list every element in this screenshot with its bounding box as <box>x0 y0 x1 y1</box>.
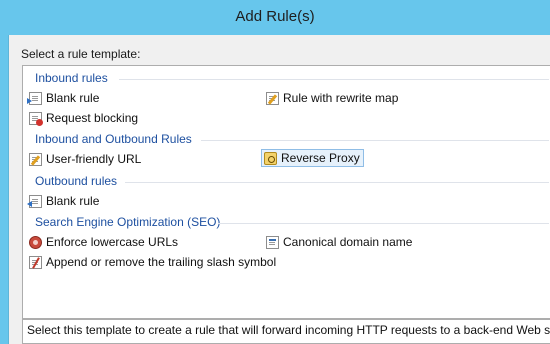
template-item-label: Request blocking <box>46 111 139 125</box>
group-divider <box>119 79 549 80</box>
template-item-canonical-domain-name[interactable]: Canonical domain name <box>264 233 415 251</box>
template-prompt: Select a rule template: <box>21 47 141 61</box>
template-item-label: Canonical domain name <box>283 235 413 249</box>
template-item-outbound-blank-rule[interactable]: Blank rule <box>27 192 102 210</box>
reverse-proxy-icon <box>264 151 277 165</box>
group-header-outbound: Outbound rules <box>35 174 118 188</box>
template-item-reverse-proxy[interactable]: Reverse Proxy <box>261 149 364 167</box>
template-item-user-friendly-url[interactable]: User-friendly URL <box>27 150 144 168</box>
request-blocking-icon <box>29 111 43 126</box>
user-friendly-url-icon <box>29 152 42 166</box>
template-item-trailing-slash[interactable]: Append or remove the trailing slash symb… <box>27 253 279 271</box>
group-header-inbound-outbound: Inbound and Outbound Rules <box>35 132 192 146</box>
lowercase-urls-icon <box>29 235 42 249</box>
window-title: Add Rule(s) <box>235 8 315 25</box>
template-item-rule-with-rewrite-map[interactable]: Rule with rewrite map <box>264 89 401 107</box>
dialog-body: Select a rule template: Inbound rules Bl… <box>8 35 550 344</box>
template-item-inbound-blank-rule[interactable]: Blank rule <box>27 89 102 107</box>
rule-template-list[interactable]: Inbound rules Blank rule Rule with rewri… <box>22 65 550 319</box>
group-divider <box>125 182 549 183</box>
template-item-label: Blank rule <box>46 194 100 208</box>
template-item-request-blocking[interactable]: Request blocking <box>27 109 141 127</box>
template-item-enforce-lowercase-urls[interactable]: Enforce lowercase URLs <box>27 233 181 251</box>
template-item-label: Rule with rewrite map <box>283 91 399 105</box>
template-item-label: Enforce lowercase URLs <box>46 235 179 249</box>
template-item-label: Append or remove the trailing slash symb… <box>46 255 277 269</box>
outbound-blank-rule-icon <box>27 194 42 208</box>
template-item-label: User-friendly URL <box>46 152 142 166</box>
blank-rule-icon <box>27 91 42 105</box>
add-rules-dialog: Add Rule(s) Select a rule template: Inbo… <box>0 0 550 344</box>
title-bar[interactable]: Add Rule(s) <box>0 0 550 35</box>
group-header-seo: Search Engine Optimization (SEO) <box>35 215 221 229</box>
group-divider <box>218 223 549 224</box>
trailing-slash-icon <box>29 255 42 269</box>
group-header-inbound: Inbound rules <box>35 71 108 85</box>
rewrite-map-icon <box>266 91 279 105</box>
template-item-label: Reverse Proxy <box>281 151 360 165</box>
group-divider <box>201 140 549 141</box>
template-description: Select this template to create a rule th… <box>22 319 550 344</box>
canonical-domain-icon <box>266 235 279 249</box>
template-item-label: Blank rule <box>46 91 100 105</box>
